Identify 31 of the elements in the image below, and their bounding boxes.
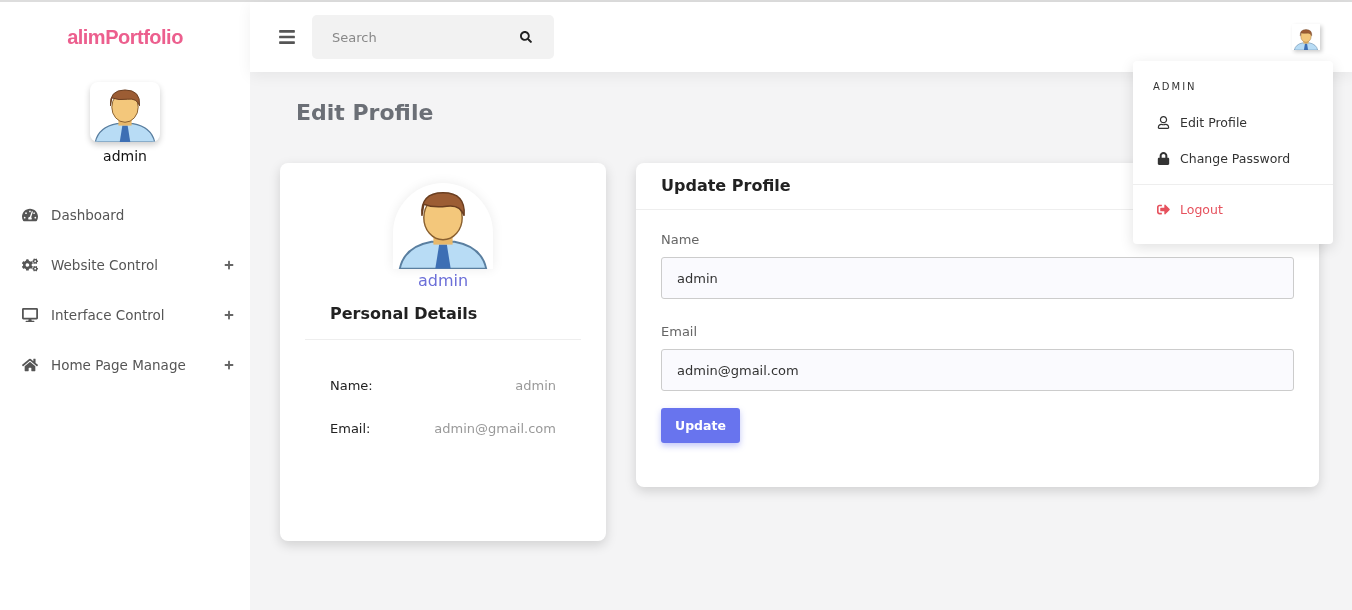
page-title: Edit Profile: [296, 100, 434, 125]
detail-label: Name:: [330, 378, 373, 393]
sidebar-item[interactable]: Interface Control: [0, 290, 250, 340]
home-icon: [22, 357, 38, 373]
user-icon: [1157, 115, 1170, 129]
user-avatar-button[interactable]: [1292, 24, 1320, 50]
sidebar-item[interactable]: Home Page Manage: [0, 340, 250, 390]
dashboard-icon: [22, 207, 38, 223]
lock-icon: [1157, 151, 1170, 165]
field-label: Email: [661, 324, 699, 339]
logout-icon: [1157, 203, 1170, 216]
search-field[interactable]: Search: [312, 15, 554, 59]
detail-value: admin: [515, 378, 556, 393]
input-field[interactable]: admin: [661, 257, 1294, 299]
menu-item[interactable]: Edit Profile: [1133, 104, 1333, 140]
detail-label: Email:: [330, 421, 371, 436]
sidebar-item[interactable]: Dashboard: [0, 190, 250, 240]
person-avatar-drawing: [1293, 27, 1319, 50]
field-label: Name: [661, 232, 701, 247]
menu-heading: ADMIN: [1152, 81, 1198, 94]
card-heading: Personal Details: [305, 304, 581, 340]
sidebar-username: admin: [103, 148, 147, 164]
update-button[interactable]: Update: [661, 408, 740, 443]
monitor-icon: [22, 307, 38, 323]
search-icon[interactable]: [520, 31, 532, 43]
detail-value: admin@gmail.com: [434, 421, 556, 436]
sidebar-item[interactable]: Website Control: [0, 240, 250, 290]
menu-icon[interactable]: [278, 28, 296, 46]
gears-icon: [22, 257, 38, 273]
input-field[interactable]: admin@gmail.com: [661, 349, 1294, 391]
profile-name: admin: [417, 271, 469, 290]
